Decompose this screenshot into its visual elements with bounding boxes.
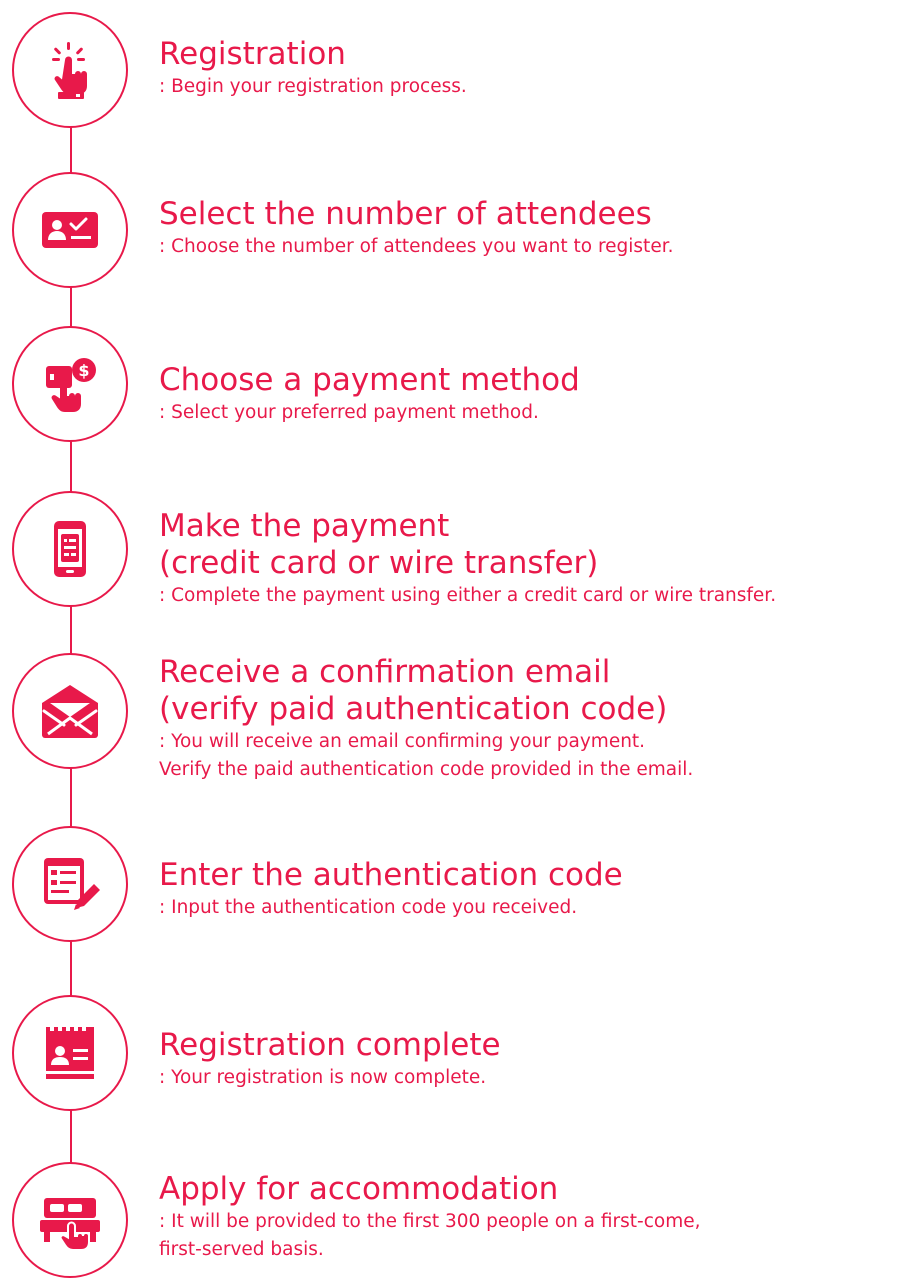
step-8-title: Apply for accommodation bbox=[159, 1171, 559, 1207]
step-1: Registration : Begin your registration p… bbox=[159, 36, 904, 101]
step-7-description: : Your registration is now complete. bbox=[159, 1067, 487, 1088]
open-envelope-icon bbox=[42, 685, 98, 738]
step-5-title: Receive a confirmation email (verify pai… bbox=[159, 654, 668, 727]
step-2-description: : Choose the number of attendees you wan… bbox=[159, 236, 674, 257]
step-2-icon-circle bbox=[12, 172, 128, 288]
step-8: Apply for accommodation : It will be pro… bbox=[159, 1171, 904, 1264]
step-3: Choose a payment method : Select your pr… bbox=[159, 362, 904, 427]
step-4: Make the payment (credit card or wire tr… bbox=[159, 508, 904, 610]
step-5-icon-circle bbox=[12, 653, 128, 769]
step-2-title: Select the number of attendees bbox=[159, 196, 652, 232]
step-7-title: Registration complete bbox=[159, 1027, 501, 1063]
step-8-icon-circle bbox=[12, 1162, 128, 1278]
step-4-title: Make the payment (credit card or wire tr… bbox=[159, 508, 599, 581]
step-8-description: : It will be provided to the first 300 p… bbox=[159, 1211, 701, 1260]
step-5-description: : You will receive an email confirming y… bbox=[159, 731, 694, 780]
step-6-title: Enter the authentication code bbox=[159, 857, 623, 893]
step-7-icon-circle bbox=[12, 995, 128, 1111]
mobile-invoice-icon bbox=[54, 521, 86, 577]
step-3-description: : Select your preferred payment method. bbox=[159, 402, 539, 423]
hotel-bed-icon bbox=[40, 1198, 100, 1251]
step-4-icon-circle bbox=[12, 491, 128, 607]
step-1-title: Registration bbox=[159, 36, 346, 72]
tap-hand-icon bbox=[52, 42, 87, 99]
step-6-icon-circle bbox=[12, 826, 128, 942]
step-1-description: : Begin your registration process. bbox=[159, 76, 467, 97]
step-7: Registration complete : Your registratio… bbox=[159, 1027, 904, 1092]
id-card-check-icon bbox=[42, 212, 98, 248]
step-2: Select the number of attendees : Choose … bbox=[159, 196, 904, 261]
step-3-icon-circle: $ bbox=[12, 326, 128, 442]
step-1-icon-circle bbox=[12, 12, 128, 128]
step-6-description: : Input the authentication code you rece… bbox=[159, 897, 578, 918]
step-5: Receive a confirmation email (verify pai… bbox=[159, 654, 904, 784]
form-edit-icon bbox=[44, 858, 100, 910]
step-4-description: : Complete the payment using either a cr… bbox=[159, 585, 777, 606]
mobile-payment-icon: $ bbox=[46, 358, 96, 412]
step-6: Enter the authentication code : Input th… bbox=[159, 857, 904, 922]
svg-text:$: $ bbox=[78, 361, 89, 380]
step-3-title: Choose a payment method bbox=[159, 362, 580, 398]
ticket-badge-icon bbox=[46, 1027, 94, 1079]
